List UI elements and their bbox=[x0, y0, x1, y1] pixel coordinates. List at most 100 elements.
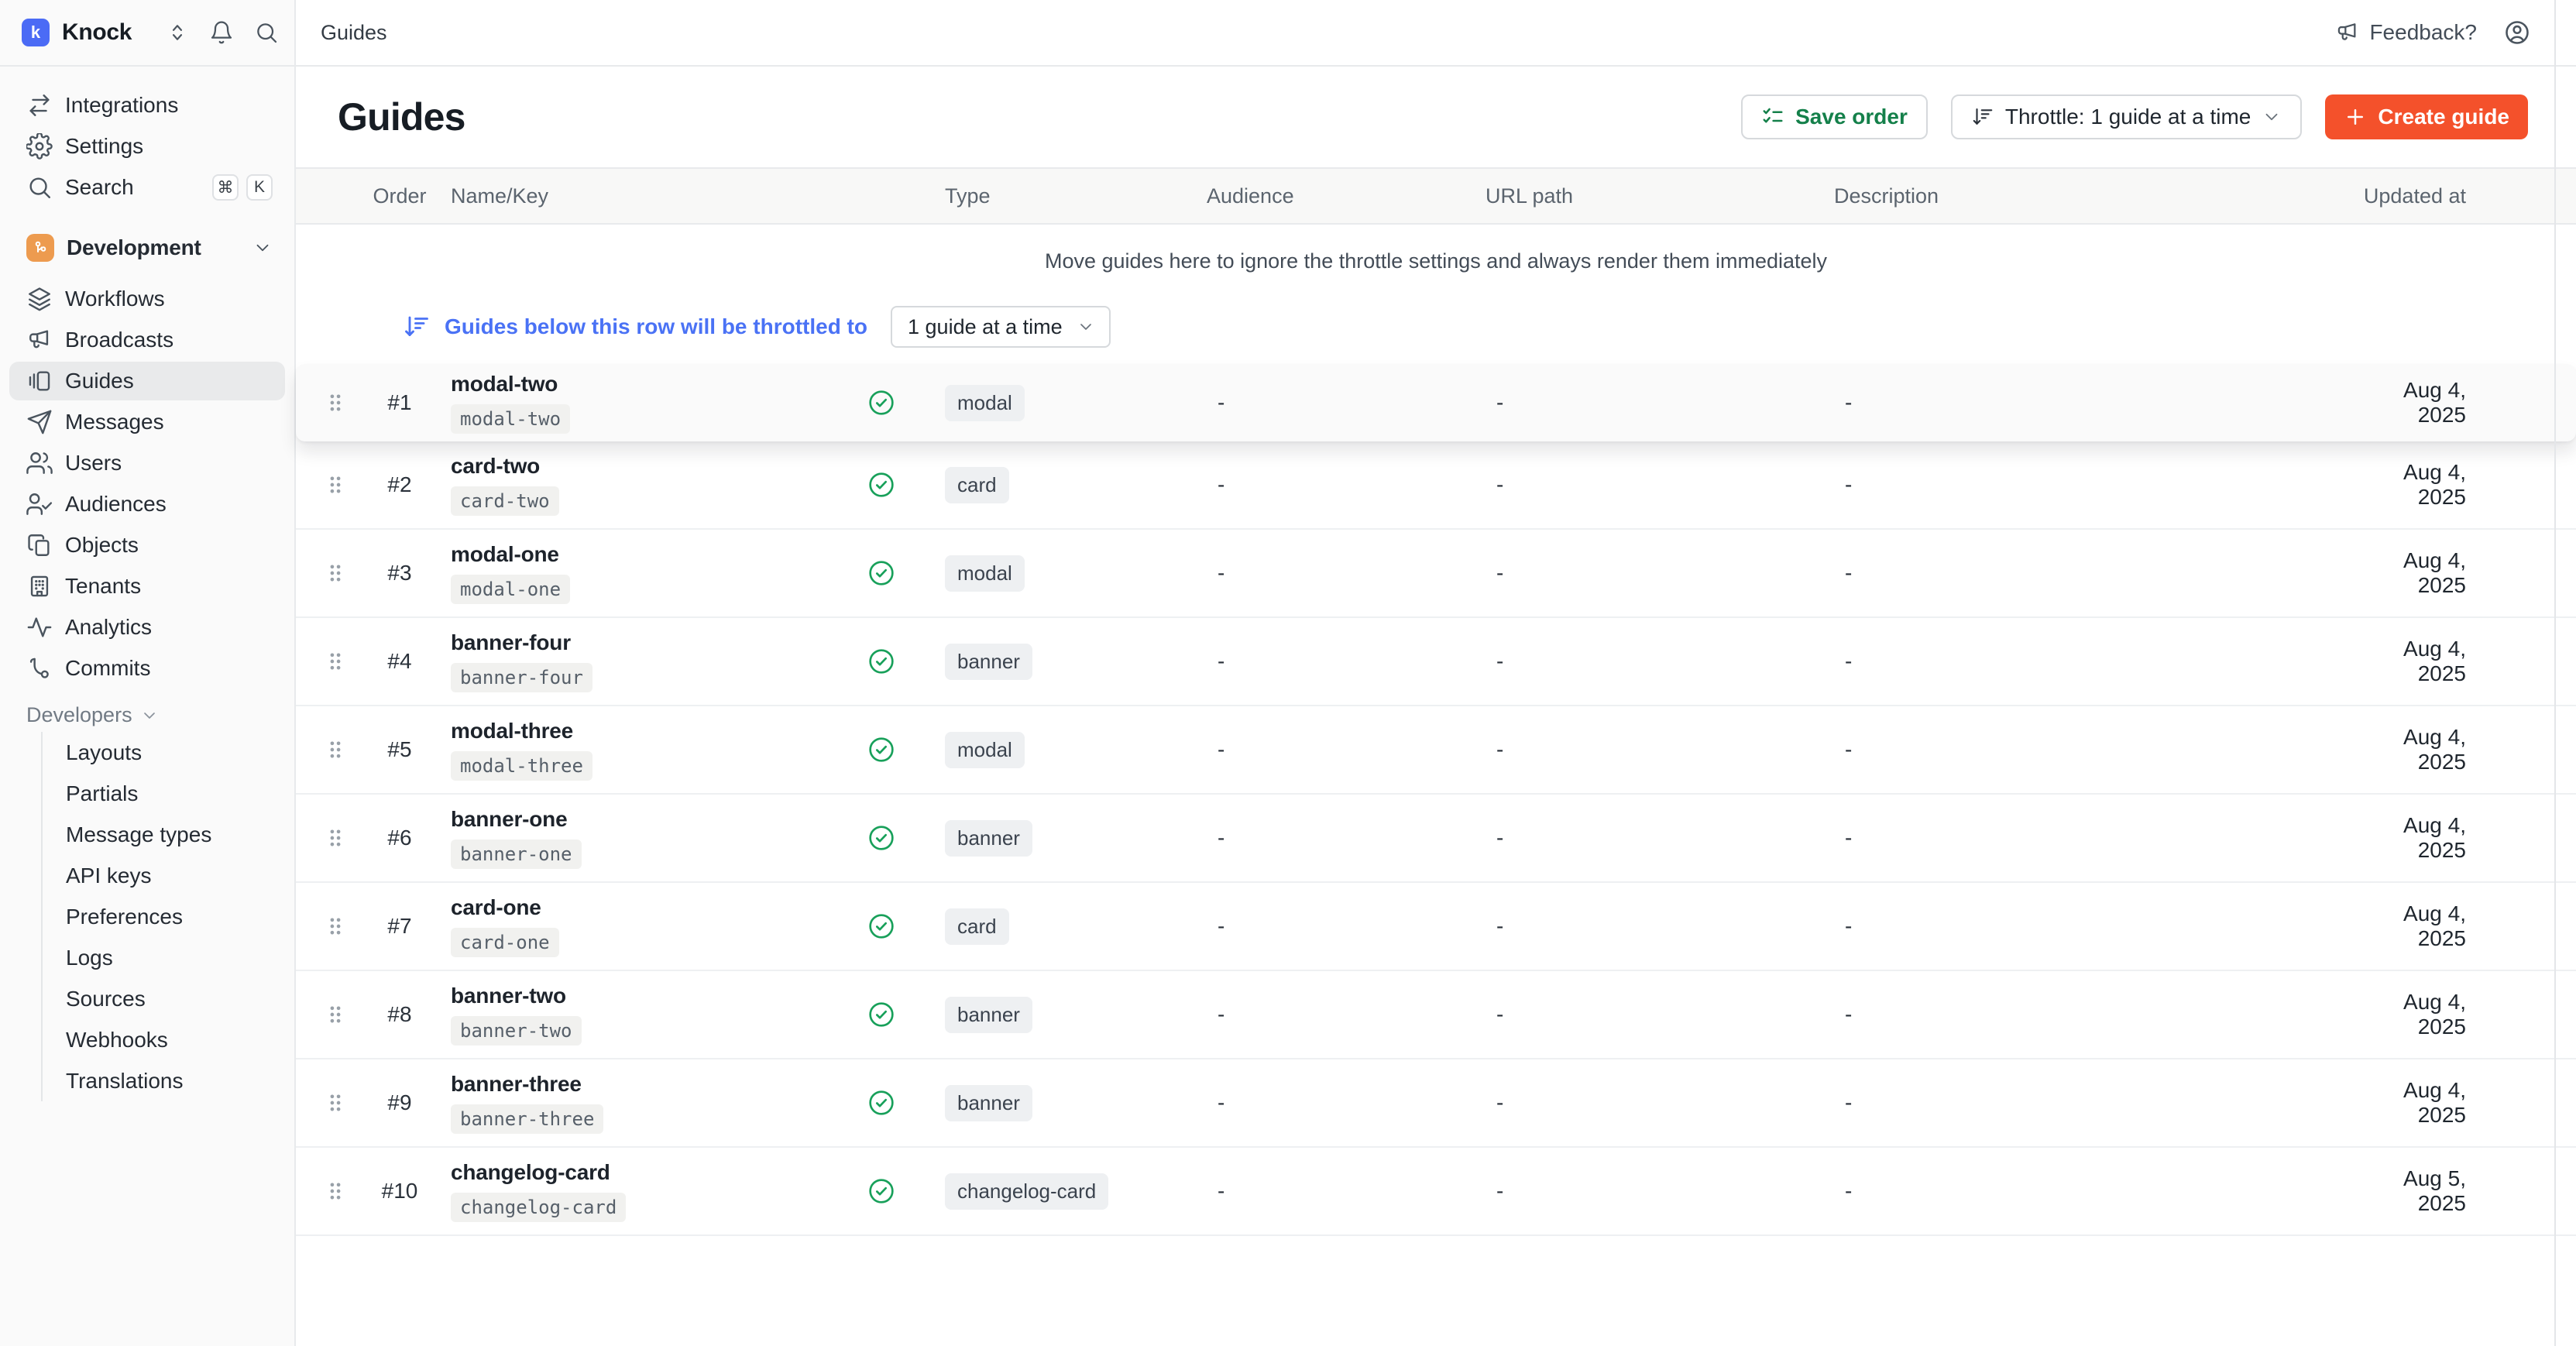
table-row[interactable]: #7 card-one card-one card - - - Aug 4, 2… bbox=[296, 883, 2576, 971]
scrollbar-gutter bbox=[2554, 0, 2556, 1346]
sidebar-item-translations[interactable]: Translations bbox=[63, 1060, 294, 1101]
status-active-icon bbox=[850, 822, 912, 853]
guide-name[interactable]: card-one bbox=[451, 895, 850, 920]
save-order-button[interactable]: Save order bbox=[1741, 94, 1928, 139]
guide-key-badge: card-one bbox=[451, 928, 559, 957]
create-guide-button[interactable]: Create guide bbox=[2325, 94, 2528, 139]
drag-handle[interactable] bbox=[321, 826, 367, 850]
sidebar-item-label: Guides bbox=[65, 369, 134, 393]
guide-audience: - bbox=[1207, 1179, 1485, 1204]
status-active-icon bbox=[850, 1176, 912, 1207]
status-active-icon bbox=[850, 646, 912, 677]
throttle-dropdown-label: Throttle: 1 guide at a time bbox=[2005, 105, 2251, 129]
table-row[interactable]: #8 banner-two banner-two banner - - - Au… bbox=[296, 971, 2576, 1059]
sidebar-item-objects[interactable]: Objects bbox=[9, 526, 285, 565]
sidebar-item-workflows[interactable]: Workflows bbox=[9, 280, 285, 318]
megaphone-icon bbox=[26, 327, 53, 353]
drag-handle[interactable] bbox=[321, 1179, 367, 1203]
sidebar-item-layouts[interactable]: Layouts bbox=[63, 732, 294, 773]
guide-name[interactable]: banner-three bbox=[451, 1072, 850, 1097]
guide-name[interactable]: changelog-card bbox=[451, 1160, 850, 1185]
megaphone-icon bbox=[2335, 20, 2360, 45]
guide-type-badge: banner bbox=[945, 820, 1032, 857]
workspace-name: Knock bbox=[62, 19, 132, 46]
guide-name[interactable]: modal-three bbox=[451, 719, 850, 743]
table-row[interactable]: #4 banner-four banner-four banner - - - … bbox=[296, 618, 2576, 706]
sidebar-item-message-types[interactable]: Message types bbox=[63, 814, 294, 855]
guide-key-badge: banner-four bbox=[451, 663, 592, 692]
sidebar-item-guides[interactable]: Guides bbox=[9, 362, 285, 400]
table-row[interactable]: #10 changelog-card changelog-card change… bbox=[296, 1148, 2576, 1236]
sidebar-item-sources[interactable]: Sources bbox=[63, 978, 294, 1019]
checklist-icon bbox=[1761, 105, 1784, 129]
table-row[interactable]: #9 banner-three banner-three banner - - … bbox=[296, 1059, 2576, 1148]
row-order: #5 bbox=[367, 737, 432, 762]
sidebar-item-messages[interactable]: Messages bbox=[9, 403, 285, 441]
guide-url-path: - bbox=[1485, 737, 1834, 762]
sidebar-item-partials[interactable]: Partials bbox=[63, 773, 294, 814]
guide-name[interactable]: banner-four bbox=[451, 630, 850, 655]
sidebar-item-commits[interactable]: Commits bbox=[9, 649, 285, 688]
sidebar-item-settings[interactable]: Settings bbox=[9, 127, 285, 166]
drag-handle[interactable] bbox=[321, 473, 367, 496]
guide-audience: - bbox=[1207, 472, 1485, 497]
guide-audience: - bbox=[1207, 737, 1485, 762]
guide-name[interactable]: banner-two bbox=[451, 984, 850, 1008]
column-header-updated-at: Updated at bbox=[2361, 184, 2576, 208]
sidebar-item-api-keys[interactable]: API keys bbox=[63, 855, 294, 896]
table-row[interactable]: #6 banner-one banner-one banner - - - Au… bbox=[296, 795, 2576, 883]
account-avatar[interactable] bbox=[2503, 19, 2531, 46]
drag-handle[interactable] bbox=[321, 650, 367, 673]
throttle-value-dropdown[interactable]: 1 guide at a time bbox=[891, 306, 1111, 348]
guide-key-badge: banner-two bbox=[451, 1016, 582, 1046]
unthrottled-drop-zone[interactable]: Move guides here to ignore the throttle … bbox=[296, 225, 2576, 297]
workspace-switcher[interactable]: k Knock bbox=[0, 0, 296, 67]
sidebar-item-users[interactable]: Users bbox=[9, 444, 285, 482]
drag-handle[interactable] bbox=[321, 738, 367, 761]
sidebar-item-analytics[interactable]: Analytics bbox=[9, 608, 285, 647]
sidebar-item-integrations[interactable]: Integrations bbox=[9, 86, 285, 125]
developers-label: Developers bbox=[26, 703, 132, 727]
guide-name[interactable]: card-two bbox=[451, 454, 850, 479]
sidebar-item-audiences[interactable]: Audiences bbox=[9, 485, 285, 524]
table-row[interactable]: #3 modal-one modal-one modal - - - Aug 4… bbox=[296, 530, 2576, 618]
chevrons-up-down-icon[interactable] bbox=[166, 21, 189, 44]
guide-key-badge: card-two bbox=[451, 486, 559, 516]
sidebar-item-broadcasts[interactable]: Broadcasts bbox=[9, 321, 285, 359]
feedback-button[interactable]: Feedback? bbox=[2335, 20, 2477, 45]
chevron-down-icon bbox=[1077, 318, 1095, 336]
sidebar-item-logs[interactable]: Logs bbox=[63, 937, 294, 978]
pages-icon bbox=[26, 532, 53, 558]
drag-handle[interactable] bbox=[321, 915, 367, 938]
guide-audience: - bbox=[1207, 826, 1485, 850]
status-active-icon bbox=[850, 1087, 912, 1118]
status-active-icon bbox=[850, 558, 912, 589]
plus-icon bbox=[2344, 105, 2367, 129]
guide-name[interactable]: banner-one bbox=[451, 807, 850, 832]
sidebar-item-label: Broadcasts bbox=[65, 328, 173, 352]
integrations-icon bbox=[26, 92, 53, 118]
status-active-icon bbox=[850, 734, 912, 765]
guide-name[interactable]: modal-one bbox=[451, 542, 850, 567]
drag-handle[interactable] bbox=[321, 391, 367, 414]
environment-switcher[interactable]: Development bbox=[9, 228, 285, 267]
sidebar-item-preferences[interactable]: Preferences bbox=[63, 896, 294, 937]
sidebar-item-search[interactable]: Search ⌘ K bbox=[9, 168, 285, 207]
guide-type-badge: modal bbox=[945, 385, 1025, 421]
chevron-down-icon bbox=[2262, 107, 2282, 127]
search-icon[interactable] bbox=[254, 20, 279, 45]
sidebar-item-webhooks[interactable]: Webhooks bbox=[63, 1019, 294, 1060]
bell-icon[interactable] bbox=[209, 20, 234, 45]
table-row[interactable]: #1 modal-two modal-two modal - - - Aug 4… bbox=[296, 364, 2576, 441]
breadcrumb: Guides bbox=[321, 21, 387, 45]
column-header-audience: Audience bbox=[1207, 184, 1485, 208]
drag-handle[interactable] bbox=[321, 1003, 367, 1026]
developers-section-header[interactable]: Developers bbox=[0, 703, 294, 727]
guide-name[interactable]: modal-two bbox=[451, 372, 850, 397]
table-row[interactable]: #5 modal-three modal-three modal - - - A… bbox=[296, 706, 2576, 795]
drag-handle[interactable] bbox=[321, 1091, 367, 1114]
sidebar-item-tenants[interactable]: Tenants bbox=[9, 567, 285, 606]
throttle-dropdown[interactable]: Throttle: 1 guide at a time bbox=[1951, 94, 2303, 139]
table-row[interactable]: #2 card-two card-two card - - - Aug 4, 2… bbox=[296, 441, 2576, 530]
drag-handle[interactable] bbox=[321, 561, 367, 585]
